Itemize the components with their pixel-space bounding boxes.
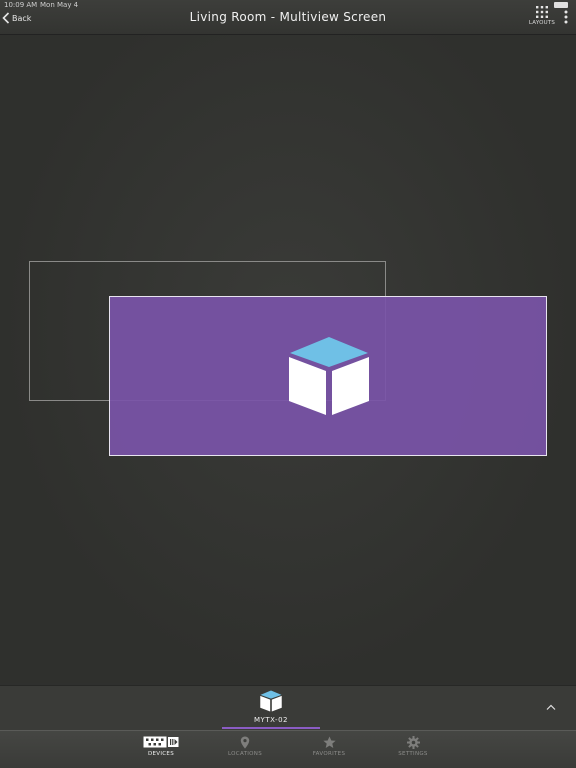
multiview-screen: 10:09 AM Mon May 4 Back Living Room - Mu… bbox=[0, 0, 576, 768]
page-title: Living Room - Multiview Screen bbox=[189, 10, 387, 24]
layouts-button[interactable]: LAYOUTS bbox=[527, 6, 557, 30]
more-options-button[interactable] bbox=[561, 10, 571, 26]
expand-sources-button[interactable] bbox=[544, 700, 558, 714]
cube-device-icon bbox=[260, 690, 282, 712]
tab-label: FAVORITES bbox=[312, 751, 346, 757]
source-item[interactable]: MYTX-02 bbox=[222, 690, 320, 730]
active-source-window[interactable] bbox=[109, 296, 547, 456]
status-time: 10:09 AM bbox=[4, 1, 38, 9]
source-name: MYTX-02 bbox=[254, 716, 288, 724]
source-bar: MYTX-02 bbox=[0, 685, 576, 730]
tab-devices[interactable]: DEVICES bbox=[131, 735, 191, 765]
header-bar: 10:09 AM Mon May 4 Back Living Room - Mu… bbox=[0, 0, 576, 35]
cube-device-icon bbox=[289, 337, 369, 415]
multiview-canvas bbox=[0, 35, 576, 683]
tab-label: LOCATIONS bbox=[228, 751, 262, 757]
status-bar: 10:09 AM Mon May 4 bbox=[0, 0, 576, 10]
tab-label: SETTINGS bbox=[398, 751, 428, 757]
tab-label: DEVICES bbox=[147, 751, 174, 757]
vertical-dots-icon bbox=[564, 10, 568, 24]
grid-icon bbox=[536, 6, 548, 18]
chevron-up-icon bbox=[546, 704, 556, 710]
tab-favorites[interactable]: FAVORITES bbox=[299, 735, 359, 765]
tab-settings[interactable]: SETTINGS bbox=[383, 735, 443, 765]
selected-indicator bbox=[222, 727, 320, 729]
tab-bar: DEVICES LOCATIONS FAVORITES SETTINGS bbox=[0, 730, 576, 768]
status-date: Mon May 4 bbox=[40, 1, 79, 9]
location-pin-icon bbox=[240, 736, 250, 748]
gear-icon bbox=[406, 735, 420, 749]
devices-icon bbox=[143, 736, 179, 748]
layouts-label: LAYOUTS bbox=[528, 20, 556, 26]
star-icon bbox=[322, 736, 336, 748]
tab-locations[interactable]: LOCATIONS bbox=[215, 735, 275, 765]
